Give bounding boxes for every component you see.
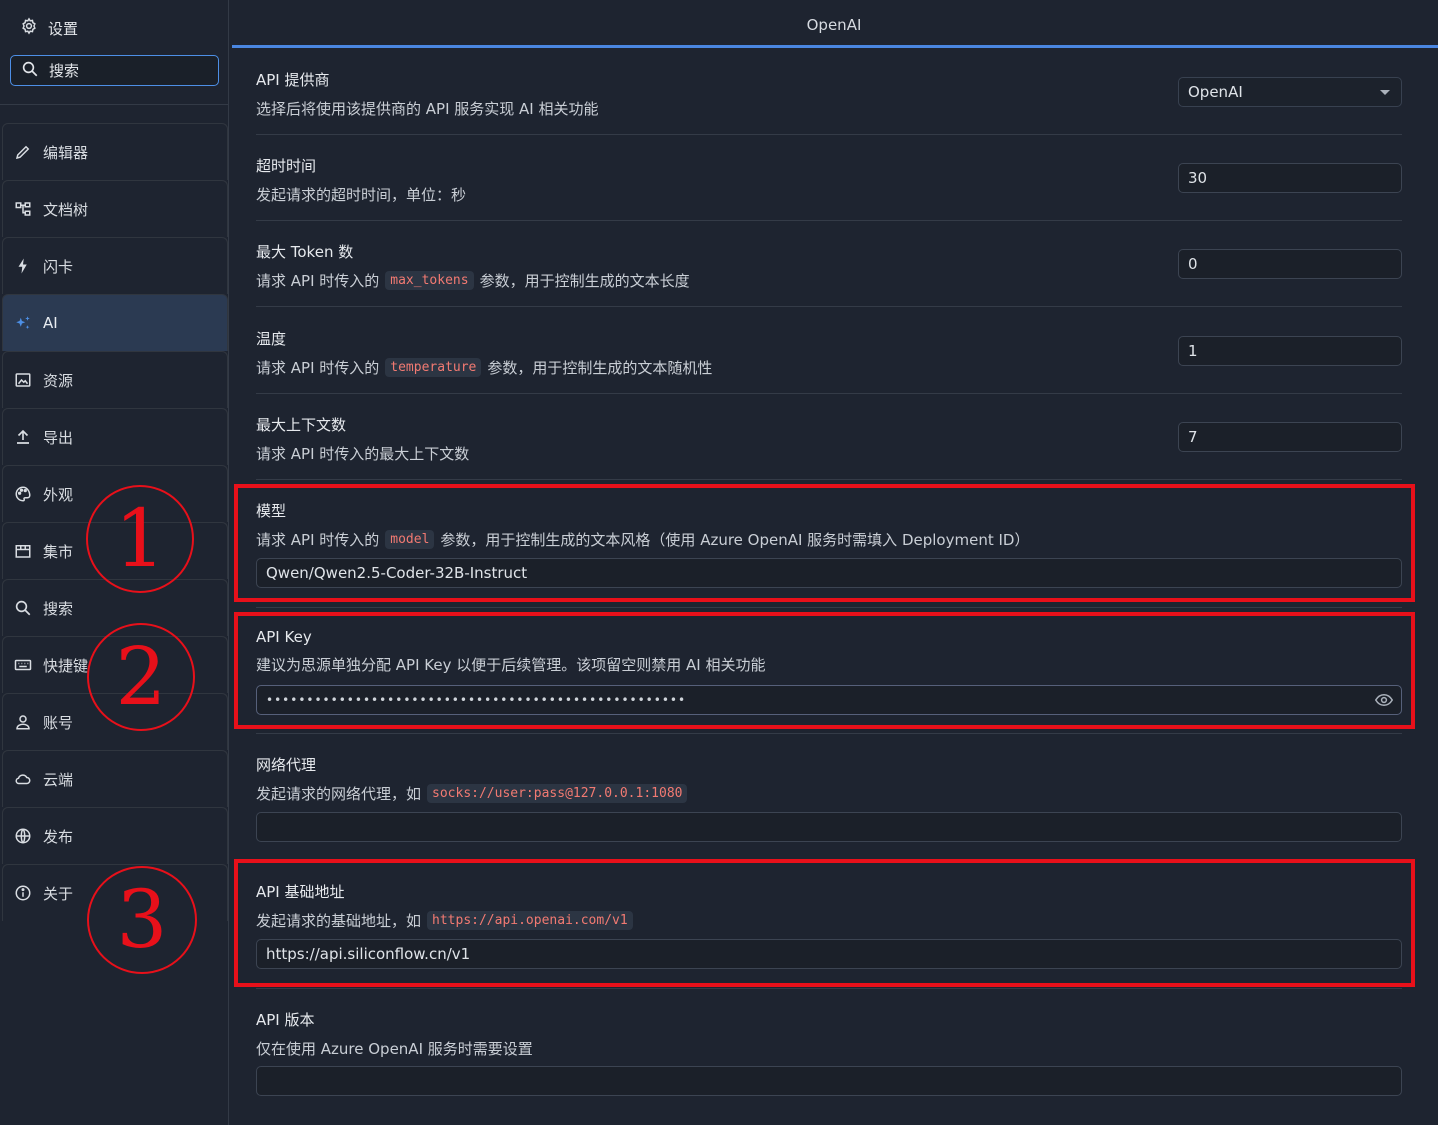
annotation-box-api-key <box>234 612 1415 729</box>
cloud-icon <box>13 769 33 789</box>
desc-text: 请求 API 时传入的 <box>256 359 380 377</box>
sidebar-item-export[interactable]: 导出 <box>2 408 228 465</box>
flash-icon <box>13 256 33 276</box>
temperature-input[interactable]: 1 <box>1178 336 1402 366</box>
sidebar-item-label: 发布 <box>43 827 74 846</box>
palette-icon <box>13 484 33 504</box>
tab-active-indicator <box>232 45 1438 48</box>
sidebar-item-ai[interactable]: AI <box>2 294 228 351</box>
sidebar-item-label: 文档树 <box>43 200 89 219</box>
sidebar-item-label: 闪卡 <box>43 257 74 276</box>
setting-desc: 仅在使用 Azure OpenAI 服务时需要设置 <box>256 1040 533 1058</box>
inline-code: temperature <box>385 358 482 377</box>
desc-text: 参数，用于控制生成的文本随机性 <box>487 359 713 377</box>
info-icon <box>13 883 33 903</box>
upload-icon <box>13 427 33 447</box>
store-icon <box>13 541 33 561</box>
desc-text: 发起请求的网络代理，如 <box>256 785 422 803</box>
sidebar-item-label: AI <box>43 314 58 332</box>
sidebar-item-label: 外观 <box>43 485 74 504</box>
image-icon <box>13 370 33 390</box>
annotation-marker-2: 2 <box>87 623 195 731</box>
keyboard-icon <box>13 655 33 675</box>
gear-icon <box>20 17 38 39</box>
provider-select-value: OpenAI <box>1188 83 1243 101</box>
annotation-marker-1: 1 <box>86 485 194 593</box>
search-placeholder: 搜索 <box>49 62 80 80</box>
desc-text: 参数，用于控制生成的文本长度 <box>479 272 690 290</box>
inline-code: max_tokens <box>385 271 474 290</box>
annotation-box-base-url <box>234 859 1415 987</box>
setting-name: 网络代理 <box>256 756 317 774</box>
divider <box>256 607 1402 608</box>
sidebar-item-cloud[interactable]: 云端 <box>2 750 228 807</box>
desc-text: 请求 API 时传入的 <box>256 272 380 290</box>
timeout-input[interactable]: 30 <box>1178 163 1402 193</box>
divider <box>256 220 1402 221</box>
divider <box>256 733 1402 734</box>
max-tokens-input[interactable]: 0 <box>1178 249 1402 279</box>
sidebar-search-input[interactable]: 搜索 <box>10 55 219 86</box>
sidebar-item-search[interactable]: 搜索 <box>2 579 228 636</box>
sidebar-item-label: 资源 <box>43 371 74 390</box>
chevron-down-icon <box>1379 83 1391 101</box>
tab-openai[interactable]: OpenAI <box>230 16 1438 34</box>
sidebar-item-label: 导出 <box>43 428 74 447</box>
inline-code: socks://user:pass@127.0.0.1:1080 <box>427 784 688 803</box>
divider <box>256 479 1402 480</box>
setting-name: API 版本 <box>256 1011 315 1029</box>
divider <box>256 134 1402 135</box>
sidebar-item-label: 账号 <box>43 713 74 732</box>
sidebar-item-editor[interactable]: 编辑器 <box>2 123 228 180</box>
sidebar-title: 设置 <box>48 19 79 38</box>
sidebar-divider <box>0 104 229 105</box>
setting-proxy: 网络代理 发起请求的网络代理，如 socks://user:pass@127.0… <box>256 754 1402 804</box>
search-icon <box>13 598 33 618</box>
sidebar-item-filetree[interactable]: 文档树 <box>2 180 228 237</box>
sparkle-icon <box>13 313 33 333</box>
divider <box>256 306 1402 307</box>
sidebar-item-label: 搜索 <box>43 599 74 618</box>
divider <box>256 988 1402 989</box>
annotation-box-model <box>234 484 1415 602</box>
sidebar-item-publish[interactable]: 发布 <box>2 807 228 864</box>
sidebar-item-label: 云端 <box>43 770 74 789</box>
search-icon <box>21 60 39 82</box>
max-context-input[interactable]: 7 <box>1178 422 1402 452</box>
user-icon <box>13 712 33 732</box>
sidebar-item-label: 关于 <box>43 884 74 903</box>
setting-api-version: API 版本 仅在使用 Azure OpenAI 服务时需要设置 <box>256 1009 1402 1059</box>
divider <box>256 393 1402 394</box>
proxy-input[interactable] <box>256 812 1402 842</box>
sidebar-header: 设置 <box>20 17 78 39</box>
sidebar-item-flashcard[interactable]: 闪卡 <box>2 237 228 294</box>
sidebar-item-label: 集市 <box>43 542 74 561</box>
sidebar-item-label: 快捷键 <box>43 656 89 675</box>
pencil-icon <box>13 142 33 162</box>
tree-icon <box>13 199 33 219</box>
sidebar-item-label: 编辑器 <box>43 143 89 162</box>
globe-icon <box>13 826 33 846</box>
setting-desc: 发起请求的网络代理，如 socks://user:pass@127.0.0.1:… <box>256 783 1402 804</box>
provider-select[interactable]: OpenAI <box>1178 77 1402 107</box>
annotation-marker-3: 3 <box>87 866 197 974</box>
api-version-input[interactable] <box>256 1066 1402 1096</box>
sidebar-item-assets[interactable]: 资源 <box>2 351 228 408</box>
